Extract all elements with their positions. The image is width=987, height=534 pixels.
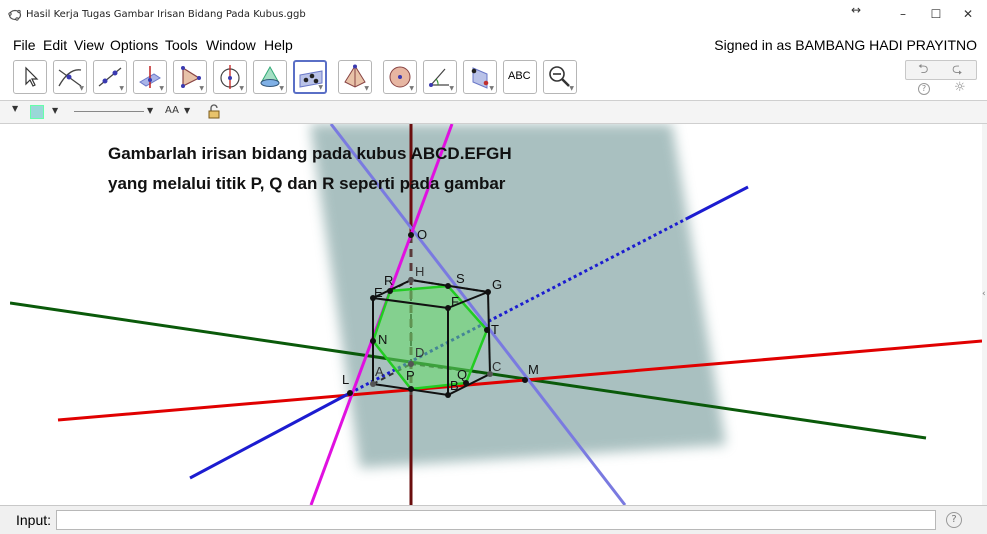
text-tool-label: ABC: [508, 70, 531, 82]
dropdown-triangle-icon: ▼: [119, 85, 124, 92]
point-G: [485, 289, 491, 295]
dropdown-triangle-icon: ▼: [318, 84, 323, 91]
point-P: [408, 386, 414, 392]
undo-redo-group: ⮌ ⮎: [905, 60, 977, 80]
label-P: P: [406, 368, 415, 383]
chevron-down-icon[interactable]: ▼: [147, 106, 153, 115]
move-tool-button[interactable]: [13, 60, 47, 94]
chevron-down-icon[interactable]: ▼: [184, 106, 190, 115]
polygon-tool-button[interactable]: ▼: [173, 60, 207, 94]
menu-help[interactable]: Help: [264, 37, 293, 53]
input-label: Input:: [16, 512, 52, 528]
dropdown-triangle-icon: ▼: [159, 85, 164, 92]
menu-view[interactable]: View: [74, 37, 104, 53]
input-field[interactable]: [56, 510, 936, 530]
minimize-button[interactable]: –: [893, 6, 913, 22]
label-R: R: [384, 273, 393, 288]
dropdown-triangle-icon: ▼: [79, 85, 84, 92]
menu-file[interactable]: File: [13, 37, 36, 53]
point-L: [347, 390, 353, 396]
maximize-button[interactable]: ☐: [926, 6, 946, 22]
menu-options[interactable]: Options: [110, 37, 158, 53]
menu-tools[interactable]: Tools: [165, 37, 198, 53]
label-B: B: [450, 378, 459, 393]
reflect-tool-button[interactable]: ▼: [463, 60, 497, 94]
instruction-line-1: Gambarlah irisan bidang pada kubus ABCD.…: [108, 144, 512, 163]
title-bar: Hasil Kerja Tugas Gambar Irisan Bidang P…: [0, 0, 987, 30]
line-tool-button[interactable]: ▼: [93, 60, 127, 94]
point-M: [522, 377, 528, 383]
label-F: F: [451, 294, 459, 309]
left-edge: [0, 124, 10, 505]
label-M: M: [528, 362, 539, 377]
dropdown-triangle-icon: ▼: [489, 85, 494, 92]
dropdown-triangle-icon: ▼: [409, 85, 414, 92]
unlock-icon[interactable]: [208, 104, 220, 119]
line-style-preview[interactable]: [74, 111, 144, 112]
label-A: A: [375, 364, 384, 379]
style-bar: ▼ ▼ ▼ AA ▼: [0, 101, 987, 124]
instruction-line-2: yang melalui titik P, Q dan R seperti pa…: [108, 174, 506, 193]
toolbar-help-icon[interactable]: ?: [918, 83, 930, 95]
label-D: D: [415, 345, 424, 360]
input-bar: Input: ?: [0, 505, 987, 534]
text-tool-button[interactable]: ABC: [503, 60, 537, 94]
color-swatch[interactable]: [30, 105, 44, 119]
menu-edit[interactable]: Edit: [43, 37, 67, 53]
undo-button[interactable]: ⮌: [918, 61, 928, 78]
label-H: H: [415, 264, 424, 279]
label-C: C: [492, 359, 501, 374]
label-G: G: [492, 277, 502, 292]
point-O: [408, 232, 414, 238]
toggle-stylebar-icon[interactable]: ▼: [12, 104, 18, 113]
font-size-label[interactable]: AA: [165, 105, 179, 116]
label-S: S: [456, 271, 465, 286]
intersect-tool-button[interactable]: ▼: [53, 60, 87, 94]
circle-axis-tool-button[interactable]: ▼: [213, 60, 247, 94]
angle-tool-button[interactable]: ▼: [423, 60, 457, 94]
label-E: E: [374, 285, 383, 300]
settings-gear-icon[interactable]: ☼: [954, 80, 966, 95]
point-T: [484, 327, 490, 333]
sphere-tool-button[interactable]: ▼: [383, 60, 417, 94]
signed-in-status[interactable]: Signed in as BAMBANG HADI PRAYITNO: [714, 37, 977, 53]
cone-tool-button[interactable]: ▼: [253, 60, 287, 94]
blue-line-upper[interactable]: [685, 185, 749, 221]
toolbar: ▼ ▼ ▼ ▼ ▼ ▼ ▼ ▼ ▼ ▼ ▼ ABC ▼: [0, 58, 987, 101]
label-N: N: [378, 332, 387, 347]
point-S: [445, 283, 451, 289]
graphics-3d-view[interactable]: O H R S G E F T N D A C M L P Q B Gambar…: [10, 124, 982, 505]
point-D: [408, 361, 414, 367]
menu-window[interactable]: Window: [206, 37, 256, 53]
zoom-tool-button[interactable]: ▼: [543, 60, 577, 94]
window-title: Hasil Kerja Tugas Gambar Irisan Bidang P…: [26, 9, 306, 20]
redo-button[interactable]: ⮎: [952, 61, 962, 78]
dropdown-triangle-icon: ▼: [279, 85, 284, 92]
perpendicular-tool-button[interactable]: ▼: [133, 60, 167, 94]
geogebra-logo-icon: [8, 9, 22, 21]
point-R: [387, 288, 393, 294]
point-N: [370, 338, 376, 344]
close-button[interactable]: ✕: [958, 6, 978, 22]
label-O: O: [417, 227, 427, 242]
chevron-down-icon[interactable]: ▼: [52, 106, 58, 115]
pyramid-tool-button[interactable]: ▼: [338, 60, 372, 94]
dropdown-triangle-icon: ▼: [569, 85, 574, 92]
dropdown-triangle-icon: ▼: [199, 85, 204, 92]
cursor-arrow-icon: [25, 66, 39, 87]
plane-tool-button[interactable]: ▼: [293, 60, 327, 94]
menu-bar: File Edit View Options Tools Window Help…: [0, 34, 987, 56]
point-A: [370, 381, 376, 387]
dropdown-triangle-icon: ▼: [449, 85, 454, 92]
dropdown-triangle-icon: ▼: [239, 85, 244, 92]
label-L: L: [342, 372, 349, 387]
label-T: T: [491, 322, 499, 337]
point-H: [408, 277, 414, 283]
geometry-canvas[interactable]: O H R S G E F T N D A C M L P Q B Gambar…: [10, 124, 982, 505]
right-collapse-handle[interactable]: ‹: [982, 124, 987, 505]
input-help-icon[interactable]: ?: [946, 512, 962, 528]
dropdown-triangle-icon: ▼: [364, 85, 369, 92]
resize-icon[interactable]: ↔: [846, 2, 866, 18]
